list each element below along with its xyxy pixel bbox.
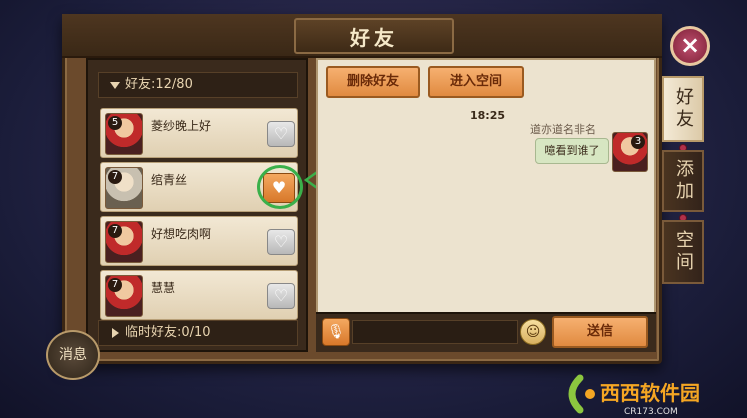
- send-heart-button[interactable]: ♡: [267, 283, 295, 309]
- temp-friend-header[interactable]: 临时好友:0/10: [98, 320, 298, 346]
- send-heart-button[interactable]: ♡: [267, 229, 295, 255]
- friend-name: 慧慧: [151, 281, 176, 295]
- level-badge: 3: [631, 135, 645, 149]
- send-heart-button[interactable]: ♡: [267, 121, 295, 147]
- heart-icon: ♡: [273, 232, 289, 251]
- avatar: 7: [105, 275, 143, 317]
- level-badge: 5: [108, 116, 122, 130]
- temp-friend-label: 临时好友:0/10: [125, 325, 211, 340]
- close-icon: ×: [679, 31, 701, 59]
- highlight-circle: [257, 165, 303, 209]
- expand-triangle-icon: [112, 328, 119, 338]
- dialog-title: 好友: [350, 26, 398, 50]
- delete-friend-label: 删除好友: [346, 74, 399, 89]
- level-badge: 7: [108, 224, 122, 238]
- microphone-icon: 🎙: [327, 324, 345, 340]
- voice-button[interactable]: 🎙: [322, 318, 350, 346]
- friend-count-header[interactable]: 好友:12/80: [98, 72, 298, 98]
- heart-icon: ♡: [273, 124, 289, 143]
- sender-name: 道亦道名非名: [530, 123, 596, 136]
- collapse-triangle-icon: [110, 82, 120, 89]
- friend-row[interactable]: 7 慧慧 ♡: [100, 270, 298, 320]
- emoji-button[interactable]: ☺: [520, 319, 546, 345]
- avatar: 7: [105, 221, 143, 263]
- level-badge: 7: [108, 278, 122, 292]
- tab-friends-label: 好友: [673, 87, 694, 131]
- chat-text-input[interactable]: [352, 320, 518, 344]
- send-message-label: 送信: [586, 324, 613, 339]
- send-message-button[interactable]: 送信: [552, 316, 648, 348]
- friend-name: 好想吃肉啊: [151, 227, 212, 241]
- level-badge: 7: [108, 170, 122, 184]
- messages-label: 消息: [59, 347, 87, 363]
- tab-space-label: 空间: [673, 230, 694, 274]
- tab-add[interactable]: 添加: [662, 150, 704, 212]
- chat-panel: [316, 58, 656, 352]
- tab-friends[interactable]: 好友: [662, 76, 704, 142]
- chat-timestamp: 18:25: [470, 109, 506, 122]
- enter-space-label: 进入空间: [449, 74, 502, 89]
- heart-icon: ♡: [273, 286, 289, 305]
- avatar: 7: [105, 167, 143, 209]
- svg-text:西西软件园: 西西软件园: [600, 381, 700, 405]
- site-watermark-logo: 西西软件园 CR173.COM: [568, 374, 700, 417]
- friend-row[interactable]: 7 好想吃肉啊 ♡: [100, 216, 298, 266]
- friend-count-label: 好友:12/80: [125, 77, 193, 92]
- friend-row[interactable]: 5 菱纱晚上好 ♡: [100, 108, 298, 158]
- sender-avatar[interactable]: 3: [612, 132, 648, 172]
- delete-friend-button[interactable]: 删除好友: [326, 66, 420, 98]
- smiley-icon: ☺: [525, 324, 541, 340]
- messages-button[interactable]: 消息: [46, 330, 100, 380]
- friend-name: 绾青丝: [151, 173, 188, 187]
- tab-add-label: 添加: [673, 159, 694, 203]
- friend-name: 菱纱晚上好: [151, 119, 212, 133]
- tab-space[interactable]: 空间: [662, 220, 704, 284]
- enter-space-button[interactable]: 进入空间: [428, 66, 524, 98]
- avatar: 5: [105, 113, 143, 155]
- svg-text:CR173.COM: CR173.COM: [624, 407, 678, 417]
- close-button[interactable]: ×: [670, 26, 710, 66]
- chat-message-bubble: 噫看到谁了: [535, 138, 609, 164]
